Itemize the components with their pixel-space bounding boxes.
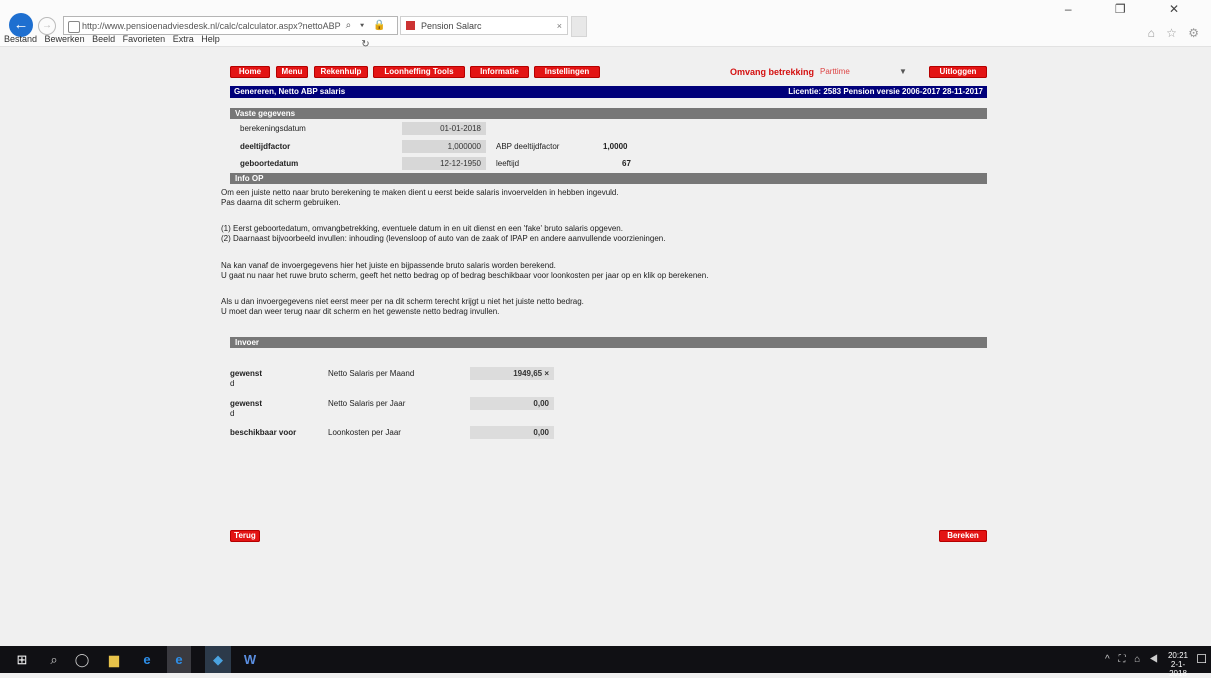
- page-title: Genereren, Netto ABP salaris: [234, 87, 346, 96]
- geboortedatum-value: 12-12-1950: [402, 157, 486, 170]
- menu-item-view[interactable]: Beeld: [92, 34, 115, 44]
- clock[interactable]: 20:21 2-1-2018: [1163, 651, 1193, 678]
- logout-button[interactable]: Uitloggen: [929, 66, 987, 78]
- menu-item-edit[interactable]: Bewerken: [45, 34, 85, 44]
- address-tools-icon[interactable]: ⌕ ▾ 🔒 ↻: [338, 16, 396, 50]
- info-line: Na kan vanaf de invoergegevens hier het …: [221, 261, 556, 270]
- abp-deeltijdfactor-value: 1,0000: [603, 142, 628, 151]
- geboortedatum-label: geboortedatum: [240, 159, 299, 168]
- info-line: Als u dan invoergegevens niet eerst meer…: [221, 297, 584, 306]
- section-header-info: Info OP: [230, 173, 987, 184]
- top-navigation: Home Menu Rekenhulp Loonheffing Tools In…: [230, 66, 990, 84]
- berekeningsdatum-value: 01-01-2018: [402, 122, 486, 135]
- clock-time: 20:21: [1167, 651, 1189, 660]
- leeftijd-value: 67: [622, 159, 631, 168]
- nav-rekenhulp-button[interactable]: Rekenhulp: [314, 66, 368, 78]
- nav-instellingen-button[interactable]: Instellingen: [534, 66, 600, 78]
- netto-jaar-input[interactable]: 0,00: [470, 397, 554, 410]
- clock-date: 2-1-2018: [1169, 660, 1187, 678]
- new-tab-button[interactable]: [571, 16, 587, 37]
- info-line: (1) Eerst geboortedatum, omvangbetrekkin…: [221, 224, 623, 233]
- employment-kind-label: Omvang betrekking: [730, 67, 815, 77]
- invoer-row-sublabel: d: [230, 379, 235, 388]
- window-controls[interactable]: – ❐ ✕: [1065, 2, 1199, 16]
- loonkosten-jaar-label: Loonkosten per Jaar: [328, 428, 401, 437]
- back-page-button[interactable]: Terug: [230, 530, 260, 542]
- menu-item-tools[interactable]: Extra: [173, 34, 194, 44]
- browser-tab[interactable]: Pension Salarc ×: [400, 16, 568, 35]
- edge-icon[interactable]: e: [135, 646, 159, 673]
- invoer-row-label: gewenst: [230, 399, 263, 408]
- info-line: Om een juiste netto naar bruto berekenin…: [221, 188, 619, 197]
- page-content: Home Menu Rekenhulp Loonheffing Tools In…: [221, 66, 990, 542]
- internet-explorer-icon[interactable]: e: [167, 646, 191, 673]
- employment-kind-select[interactable]: Parttime: [820, 66, 850, 78]
- deeltijdfactor-label: deeltijdfactor: [240, 142, 291, 151]
- info-line: (2) Daarnaast bijvoorbeeld invullen: inh…: [221, 234, 666, 243]
- section-header-vaste: Vaste gegevens: [230, 108, 987, 119]
- license-info: Licentie: 2583 Pension versie 2006-2017 …: [788, 87, 983, 96]
- taskbar: ⊞ ⌕ ◯ ▆ e e ◆ W ^ ⛶ ⌂ ◀ 20:21 2-1-2018 ☐: [0, 646, 1211, 678]
- chevron-down-icon[interactable]: ▼: [899, 66, 907, 78]
- task-view-icon[interactable]: ◯: [70, 646, 94, 673]
- calculate-button[interactable]: Bereken: [939, 530, 987, 542]
- section-header-invoer: Invoer: [230, 337, 987, 348]
- deeltijdfactor-value: 1,000000: [402, 140, 486, 153]
- search-icon[interactable]: ⌕: [42, 646, 66, 673]
- nav-informatie-button[interactable]: Informatie: [470, 66, 529, 78]
- berekeningsdatum-label: berekeningsdatum: [240, 124, 306, 133]
- file-explorer-icon[interactable]: ▆: [102, 646, 126, 673]
- info-line: U moet dan weer terug naar dit scherm en…: [221, 307, 500, 316]
- favorites-icon[interactable]: ⌂ ☆ ⚙: [1148, 26, 1203, 40]
- menu-item-help[interactable]: Help: [201, 34, 220, 44]
- address-url: http://www.pensioenadviesdesk.nl/calc/ca…: [82, 21, 341, 31]
- nav-menu-button[interactable]: Menu: [276, 66, 308, 78]
- leeftijd-label: leeftijd: [496, 159, 520, 168]
- page-title-bar: Genereren, Netto ABP salaris Licentie: 2…: [230, 86, 987, 98]
- netto-maand-input[interactable]: 1949,65 ×: [470, 367, 554, 380]
- app-icon[interactable]: ◆: [205, 646, 231, 673]
- menu-item-favorites[interactable]: Favorieten: [123, 34, 166, 44]
- tab-title: Pension Salarc: [421, 21, 482, 31]
- word-icon[interactable]: W: [238, 646, 262, 673]
- nav-loonheffing-button[interactable]: Loonheffing Tools: [373, 66, 465, 78]
- invoer-row-label: beschikbaar voor: [230, 428, 297, 437]
- abp-deeltijdfactor-label: ABP deeltijdfactor: [496, 142, 560, 151]
- browser-chrome: ← → http://www.pensioenadviesdesk.nl/cal…: [0, 0, 1211, 50]
- netto-maand-label: Netto Salaris per Maand: [328, 369, 415, 378]
- info-line: Pas daarna dit scherm gebruiken.: [221, 198, 341, 207]
- menu-item-file[interactable]: Bestand: [4, 34, 37, 44]
- invoer-row-sublabel: d: [230, 409, 235, 418]
- system-tray-icon[interactable]: ^ ⛶ ⌂ ◀: [1105, 646, 1161, 673]
- nav-home-button[interactable]: Home: [230, 66, 270, 78]
- windows-start-icon[interactable]: ⊞: [10, 646, 34, 673]
- notification-icon[interactable]: ☐: [1196, 646, 1207, 673]
- invoer-row-label: gewenst: [230, 369, 263, 378]
- menu-bar: Bestand Bewerken Beeld Favorieten Extra …: [4, 34, 225, 44]
- netto-jaar-label: Netto Salaris per Jaar: [328, 399, 406, 408]
- tab-close-icon[interactable]: ×: [557, 17, 562, 35]
- page-icon: [68, 21, 80, 33]
- loonkosten-jaar-input[interactable]: 0,00: [470, 426, 554, 439]
- info-line: U gaat nu naar het ruwe bruto scherm, ge…: [221, 271, 709, 280]
- tab-favicon-icon: [406, 21, 415, 30]
- forward-button[interactable]: →: [38, 17, 56, 35]
